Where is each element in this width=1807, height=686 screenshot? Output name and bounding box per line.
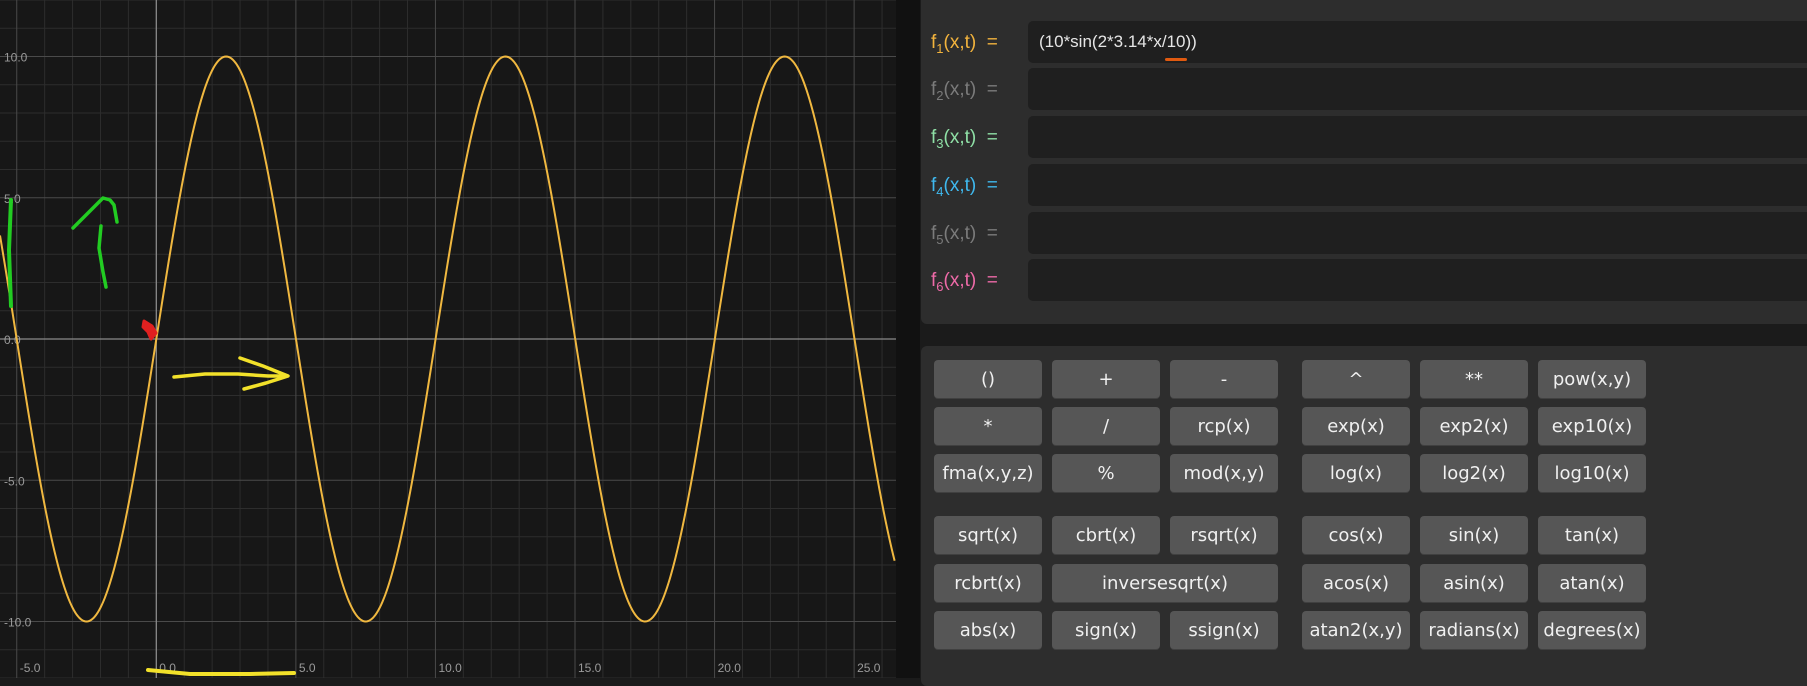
- function-label-6: f6(x,t) =: [931, 270, 998, 294]
- key-multiply[interactable]: *: [934, 407, 1042, 446]
- green-up-arrow-annotation: [71, 196, 119, 230]
- function-input-2[interactable]: [1028, 68, 1807, 110]
- key-exp[interactable]: exp(x): [1302, 407, 1410, 446]
- key-minus[interactable]: -: [1170, 360, 1278, 399]
- x-tick-label: 5.0: [299, 661, 316, 675]
- key-sin[interactable]: sin(x): [1420, 516, 1528, 555]
- key-fma[interactable]: fma(x,y,z): [934, 454, 1042, 493]
- y-tick-label: -5.0: [4, 474, 25, 488]
- function-row-3: f3(x,t) =: [921, 116, 1807, 160]
- pen-annotations: [6, 196, 296, 676]
- keypad-panel: () + - ^ ** pow(x,y) * / rcp(x) exp(x) e…: [921, 346, 1807, 686]
- y-tick-label: 10.0: [4, 51, 28, 65]
- key-cos[interactable]: cos(x): [1302, 516, 1410, 555]
- function-row-4: f4(x,t) =: [921, 164, 1807, 208]
- function-input-4[interactable]: [1028, 164, 1807, 206]
- function-label-1: f1(x,t) =: [931, 32, 998, 56]
- key-rsqrt[interactable]: rsqrt(x): [1170, 516, 1278, 555]
- key-log10[interactable]: log10(x): [1538, 454, 1646, 493]
- red-origin-marker-annotation: [141, 319, 158, 341]
- function-input-5[interactable]: [1028, 212, 1807, 254]
- x-tick-label: 15.0: [578, 661, 602, 675]
- key-sign[interactable]: sign(x): [1052, 611, 1160, 650]
- function-row-2: f2(x,t) =: [921, 68, 1807, 112]
- key-caret[interactable]: ^: [1302, 360, 1410, 399]
- axes: [0, 0, 896, 678]
- function-label-3: f3(x,t) =: [931, 127, 998, 151]
- function-label-4: f4(x,t) =: [931, 175, 998, 199]
- key-exp2[interactable]: exp2(x): [1420, 407, 1528, 446]
- key-radians[interactable]: radians(x): [1420, 611, 1528, 650]
- function-label-2: f2(x,t) =: [931, 79, 998, 103]
- key-atan2[interactable]: atan2(x,y): [1302, 611, 1410, 650]
- function-plot[interactable]: 10.05.00.0-5.0-10.0-5.0 0.0 5.0 10.0 15.0 20.…: [0, 0, 896, 678]
- y-tick-label: -10.0: [4, 616, 32, 630]
- yellow-right-arrow-shaft-annotation: [172, 372, 286, 379]
- x-tick-label: 25.0: [857, 661, 881, 675]
- x-tick-label: 20.0: [718, 661, 742, 675]
- function-label-5: f5(x,t) =: [931, 223, 998, 247]
- key-asin[interactable]: asin(x): [1420, 564, 1528, 603]
- key-log[interactable]: log(x): [1302, 454, 1410, 493]
- key-exp10[interactable]: exp10(x): [1538, 407, 1646, 446]
- key-atan[interactable]: atan(x): [1538, 564, 1646, 603]
- cursor-underline: [1165, 58, 1187, 61]
- key-mod[interactable]: mod(x,y): [1170, 454, 1278, 493]
- key-rcp[interactable]: rcp(x): [1170, 407, 1278, 446]
- function-row-6: f6(x,t) =: [921, 259, 1807, 303]
- function-input-6[interactable]: [1028, 259, 1807, 301]
- key-ssign[interactable]: ssign(x): [1170, 611, 1278, 650]
- key-tan[interactable]: tan(x): [1538, 516, 1646, 555]
- yellow-axis-underline-annotation: [146, 668, 296, 676]
- graph-canvas[interactable]: 10.0 5.0 0.0 -5.0 -10.0 -5.0 0.0 5.0 10.0 15.0 20.…: [0, 0, 896, 678]
- key-cbrt[interactable]: cbrt(x): [1052, 516, 1160, 555]
- function-row-5: f5(x,t) =: [921, 212, 1807, 256]
- formula-panel: f1(x,t) = (10*sin(2*3.14*x/10)) f2(x,t) …: [921, 0, 1807, 324]
- key-percent[interactable]: %: [1052, 454, 1160, 493]
- key-log2[interactable]: log2(x): [1420, 454, 1528, 493]
- function-input-3[interactable]: [1028, 116, 1807, 158]
- key-inversesqrt[interactable]: inversesqrt(x): [1052, 564, 1278, 603]
- key-divide[interactable]: /: [1052, 407, 1160, 446]
- key-sqrt[interactable]: sqrt(x): [934, 516, 1042, 555]
- key-degrees[interactable]: degrees(x): [1538, 611, 1646, 650]
- green-edge-mark-annotation: [6, 198, 13, 308]
- function-input-1[interactable]: (10*sin(2*3.14*x/10)): [1028, 21, 1807, 63]
- key-plus[interactable]: +: [1052, 360, 1160, 399]
- key-pow[interactable]: pow(x,y): [1538, 360, 1646, 399]
- key-parentheses[interactable]: (): [934, 360, 1042, 399]
- key-double-star[interactable]: **: [1420, 360, 1528, 399]
- x-tick-label: 10.0: [438, 661, 462, 675]
- key-acos[interactable]: acos(x): [1302, 564, 1410, 603]
- x-tick-label: -5.0: [20, 661, 41, 675]
- function-row-1: f1(x,t) = (10*sin(2*3.14*x/10)): [921, 21, 1807, 65]
- key-abs[interactable]: abs(x): [934, 611, 1042, 650]
- pane-divider[interactable]: [896, 0, 920, 678]
- key-rcbrt[interactable]: rcbrt(x): [934, 564, 1042, 603]
